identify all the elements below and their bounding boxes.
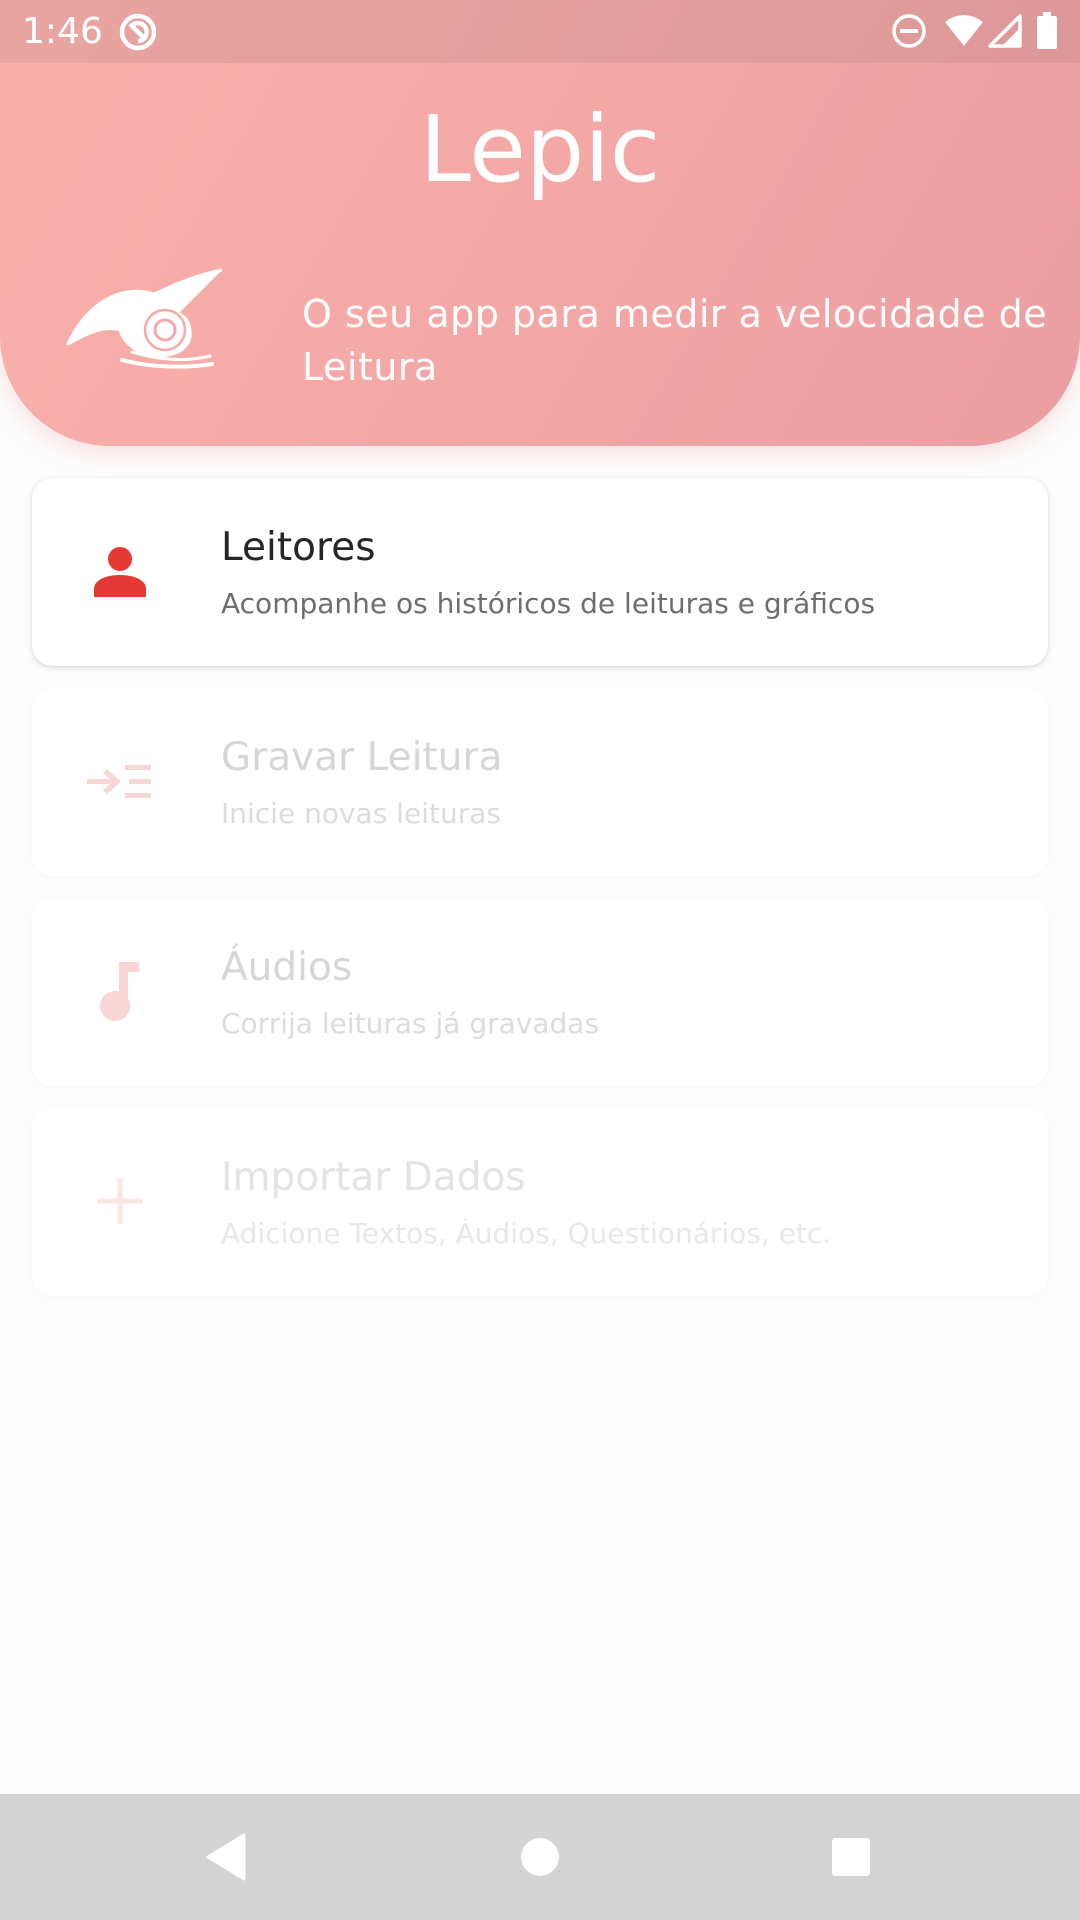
back-button[interactable] — [166, 1794, 286, 1920]
status-bar: 1:46 — [0, 0, 1080, 63]
navigation-bar — [0, 1794, 1080, 1920]
wifi-icon — [944, 14, 984, 52]
menu-card-subtitle: Inicie novas leituras — [221, 797, 501, 830]
menu-card-gravar-leitura[interactable]: Gravar Leitura Inicie novas leituras — [32, 688, 1048, 876]
menu-card-title: Gravar Leitura — [221, 735, 503, 780]
menu-card-title: Leitores — [221, 525, 376, 570]
person-icon — [87, 538, 153, 604]
menu-card-audios[interactable]: Áudios Corrija leituras já gravadas — [32, 898, 1048, 1086]
menu-card-title: Áudios — [221, 945, 353, 990]
home-icon — [521, 1838, 559, 1876]
music-note-icon — [87, 958, 153, 1024]
app-tagline: O seu app para medir a velocidade de Lei… — [302, 292, 1048, 389]
snail-logo — [62, 264, 227, 374]
back-icon — [206, 1833, 246, 1881]
signal-icon — [988, 14, 1022, 52]
status-time: 1:46 — [22, 11, 103, 52]
home-button[interactable] — [480, 1794, 600, 1920]
app-notification-icon — [118, 12, 158, 56]
menu-card-subtitle: Adicione Textos, Áudios, Questionários, … — [221, 1217, 832, 1250]
menu-card-importar-dados[interactable]: Importar Dados Adicione Textos, Áudios, … — [32, 1108, 1048, 1296]
recents-icon — [832, 1838, 870, 1876]
menu-card-leitores[interactable]: Leitores Acompanhe os históricos de leit… — [32, 478, 1048, 666]
battery-icon — [1036, 12, 1058, 54]
do-not-disturb-icon — [890, 12, 928, 54]
recents-button[interactable] — [791, 1794, 911, 1920]
app-header: 1:46 Lepic O seu app para medir a veloci… — [0, 0, 1080, 446]
main-menu: Leitores Acompanhe os históricos de leit… — [32, 478, 1048, 1318]
plus-icon — [87, 1168, 153, 1234]
record-list-icon — [87, 748, 153, 814]
menu-card-title: Importar Dados — [221, 1155, 526, 1200]
app-title: Lepic — [419, 96, 661, 203]
menu-card-subtitle: Corrija leituras já gravadas — [221, 1007, 600, 1040]
menu-card-subtitle: Acompanhe os históricos de leituras e gr… — [221, 587, 876, 620]
